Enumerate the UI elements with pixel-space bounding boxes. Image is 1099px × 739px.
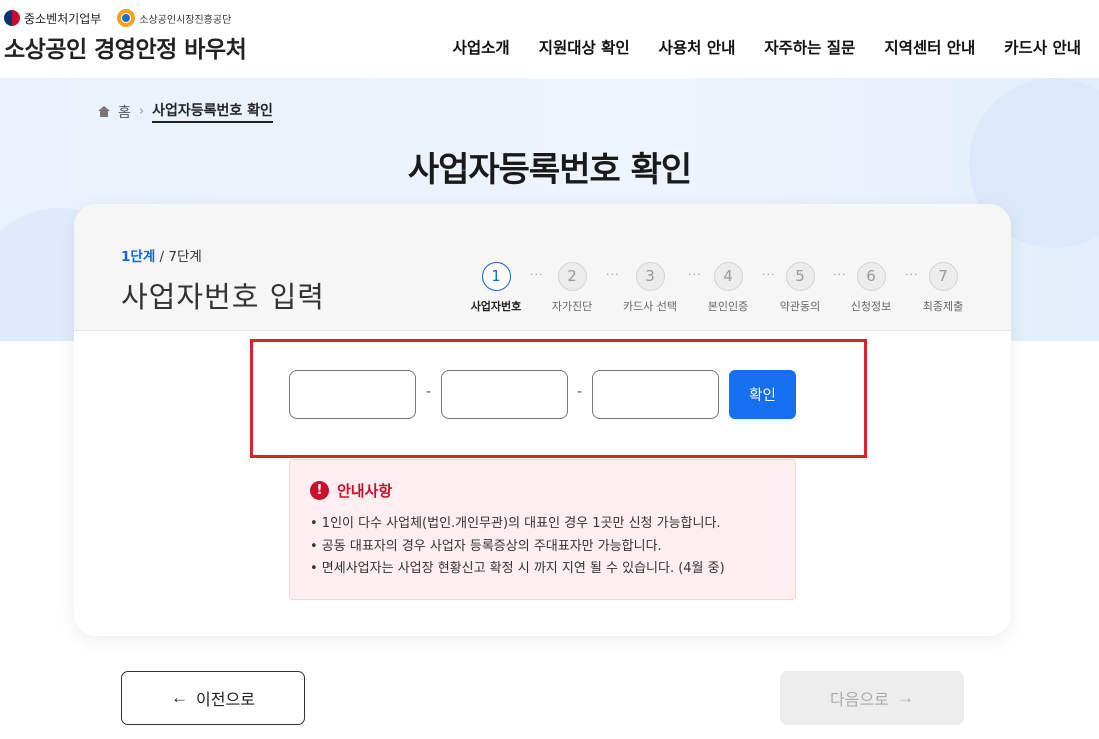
prev-button[interactable]: ← 이전으로 bbox=[121, 671, 305, 725]
step-2-label: 자가진단 bbox=[551, 300, 593, 313]
ministry-name: 중소벤처기업부 bbox=[24, 11, 102, 26]
breadcrumb-current[interactable]: 사업자등록번호 확인 bbox=[152, 100, 273, 123]
step-2-number: 2 bbox=[557, 262, 587, 291]
step-card-header: 1단계 / 7단계 사업자번호 입력 1 사업자번호 ··· 2 자가진단 ··… bbox=[74, 204, 1011, 331]
alert-icon: ! bbox=[310, 481, 329, 500]
step-3-label: 카드사 선택 bbox=[622, 300, 678, 313]
nav-item-faq[interactable]: 자주하는 질문 bbox=[764, 36, 855, 58]
confirm-button[interactable]: 확인 bbox=[729, 370, 796, 419]
step-2: 2 자가진단 bbox=[537, 262, 607, 314]
agency-logo-icon bbox=[117, 9, 136, 27]
chevron-right-icon: › bbox=[138, 104, 145, 119]
progress-stepper: 1 사업자번호 ··· 2 자가진단 ··· 3 카드사 선택 ··· 4 본인… bbox=[469, 262, 969, 322]
next-button[interactable]: 다음으로 → bbox=[780, 671, 964, 725]
dash-separator: - bbox=[426, 384, 432, 400]
next-button-label: 다음으로 bbox=[830, 692, 889, 709]
nav-item-centers[interactable]: 지역센터 안내 bbox=[884, 36, 975, 58]
dash-separator: - bbox=[577, 384, 583, 400]
home-icon[interactable] bbox=[98, 106, 110, 117]
taegeuk-emblem-icon bbox=[4, 10, 20, 26]
step-5: 5 약관동의 bbox=[765, 262, 835, 314]
step-6: 6 신청정보 bbox=[836, 262, 906, 314]
step-5-label: 약관동의 bbox=[779, 300, 821, 313]
step-counter: 1단계 / 7단계 bbox=[121, 245, 202, 265]
step-1: 1 사업자번호 bbox=[461, 262, 531, 314]
step-3: 3 카드사 선택 bbox=[615, 262, 685, 314]
logo-group[interactable]: 중소벤처기업부 소상공인시장진흥공단 bbox=[4, 9, 231, 27]
step-7: 7 최종제출 bbox=[908, 262, 978, 314]
breadcrumb-home[interactable]: 홈 bbox=[118, 102, 131, 122]
arrow-left-icon: ← bbox=[171, 688, 189, 707]
notice-item: • 1인이 다수 사업체(법인.개인무관)의 대표인 경우 1곳만 신청 가능합… bbox=[310, 516, 721, 531]
step-1-label: 사업자번호 bbox=[470, 300, 522, 313]
step-7-number: 7 bbox=[928, 262, 958, 291]
business-number-part3-input[interactable] bbox=[592, 370, 719, 419]
breadcrumb: 홈 › 사업자등록번호 확인 bbox=[98, 100, 273, 123]
site-title[interactable]: 소상공인 경영안정 바우처 bbox=[4, 30, 247, 64]
step-4-number: 4 bbox=[713, 262, 743, 291]
step-3-number: 3 bbox=[635, 262, 665, 291]
step-5-number: 5 bbox=[785, 262, 815, 291]
nav-item-card-companies[interactable]: 카드사 안내 bbox=[1004, 36, 1081, 58]
arrow-right-icon: → bbox=[896, 688, 914, 707]
step-4-label: 본인인증 bbox=[707, 300, 749, 313]
notice-box: ! 안내사항 • 1인이 다수 사업체(법인.개인무관)의 대표인 경우 1곳만… bbox=[289, 459, 796, 600]
page-title: 사업자등록번호 확인 bbox=[407, 150, 692, 190]
nav-item-usage[interactable]: 사용처 안내 bbox=[659, 36, 736, 58]
step-total: / 7단계 bbox=[155, 249, 202, 265]
notice-item: • 면세사업자는 사업장 현황신고 확정 시 까지 지연 될 수 있습니다. (… bbox=[310, 561, 725, 576]
business-number-part1-input[interactable] bbox=[289, 370, 416, 419]
nav-item-eligibility[interactable]: 지원대상 확인 bbox=[539, 36, 630, 58]
step-current: 1단계 bbox=[121, 249, 156, 265]
business-number-part2-input[interactable] bbox=[441, 370, 568, 419]
step-1-number: 1 bbox=[481, 262, 511, 291]
main-nav: 사업소개 지원대상 확인 사용처 안내 자주하는 질문 지역센터 안내 카드사 … bbox=[453, 36, 1081, 58]
step-7-label: 최종제출 bbox=[922, 300, 964, 313]
notice-list: • 1인이 다수 사업체(법인.개인무관)의 대표인 경우 1곳만 신청 가능합… bbox=[310, 513, 725, 581]
step-6-label: 신청정보 bbox=[850, 300, 892, 313]
site-header: 중소벤처기업부 소상공인시장진흥공단 소상공인 경영안정 바우처 사업소개 지원… bbox=[0, 0, 1099, 78]
agency-name: 소상공인시장진흥공단 bbox=[139, 14, 232, 26]
notice-header: ! 안내사항 bbox=[310, 480, 392, 501]
notice-item: • 공동 대표자의 경우 사업자 등록증상의 주대표자만 가능합니다. bbox=[310, 538, 662, 554]
step-title: 사업자번호 입력 bbox=[121, 280, 325, 314]
nav-item-intro[interactable]: 사업소개 bbox=[453, 36, 510, 58]
notice-title: 안내사항 bbox=[337, 482, 393, 500]
step-6-number: 6 bbox=[856, 262, 886, 291]
prev-button-label: 이전으로 bbox=[196, 692, 255, 709]
step-4: 4 본인인증 bbox=[693, 262, 763, 314]
